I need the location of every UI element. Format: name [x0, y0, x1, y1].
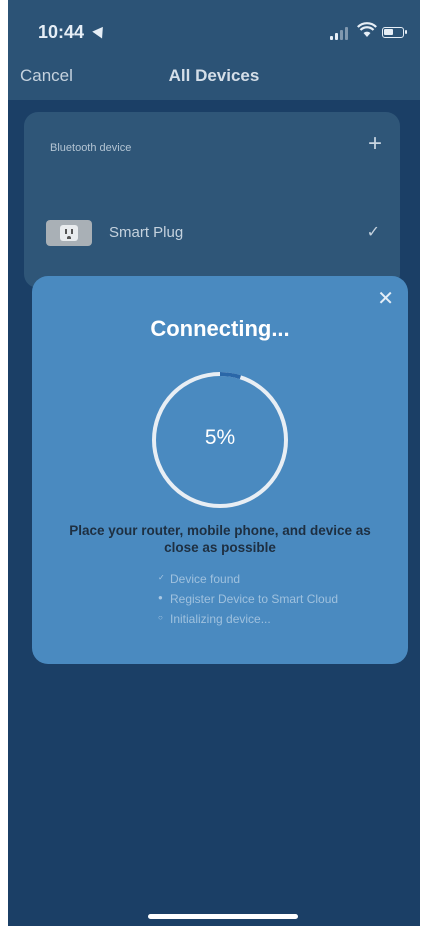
page-title: All Devices: [168, 66, 260, 85]
dialog-title: Connecting...: [150, 316, 290, 341]
top-bar: 10:44 Cancel All Devices: [8, 0, 420, 100]
step-list: ✓ Device found ● Register Device to Smar…: [158, 572, 338, 632]
location-arrow-icon: [92, 23, 108, 39]
step-circle-icon: ○: [158, 613, 163, 622]
battery-icon: [382, 27, 407, 38]
checkmark-icon: ✓: [366, 224, 380, 241]
card-header: Bluetooth device: [50, 142, 132, 154]
wifi-icon: [357, 22, 377, 37]
progress-percent: 5%: [204, 426, 236, 449]
device-name[interactable]: Smart Plug: [109, 224, 183, 241]
close-icon[interactable]: ✕: [377, 286, 394, 311]
bluetooth-device-card: Bluetooth device + Smart Plug ✓: [24, 112, 400, 288]
step-item: ● Register Device to Smart Cloud: [158, 592, 338, 612]
connecting-dialog: ✕ Connecting... 5% Place your router, mo…: [32, 276, 408, 664]
smart-plug-icon: [46, 220, 92, 246]
step-check-icon: ✓: [158, 573, 165, 582]
step-dot-icon: ●: [158, 593, 163, 602]
step-item: ○ Initializing device...: [158, 612, 338, 632]
step-label: Register Device to Smart Cloud: [170, 592, 339, 606]
phone-screen: 10:44 Cancel All Devices Bluetooth devic…: [8, 0, 420, 926]
cellular-signal-icon: [330, 26, 350, 40]
step-label: Device found: [170, 572, 241, 586]
step-label: Initializing device...: [170, 612, 271, 626]
status-time: 10:44: [38, 22, 85, 42]
add-device-button[interactable]: +: [368, 132, 382, 156]
home-indicator: [148, 914, 298, 919]
status-bar: 10:44: [8, 0, 420, 50]
step-item: ✓ Device found: [158, 572, 338, 592]
instruction-text: Place your router, mobile phone, and dev…: [69, 523, 371, 555]
